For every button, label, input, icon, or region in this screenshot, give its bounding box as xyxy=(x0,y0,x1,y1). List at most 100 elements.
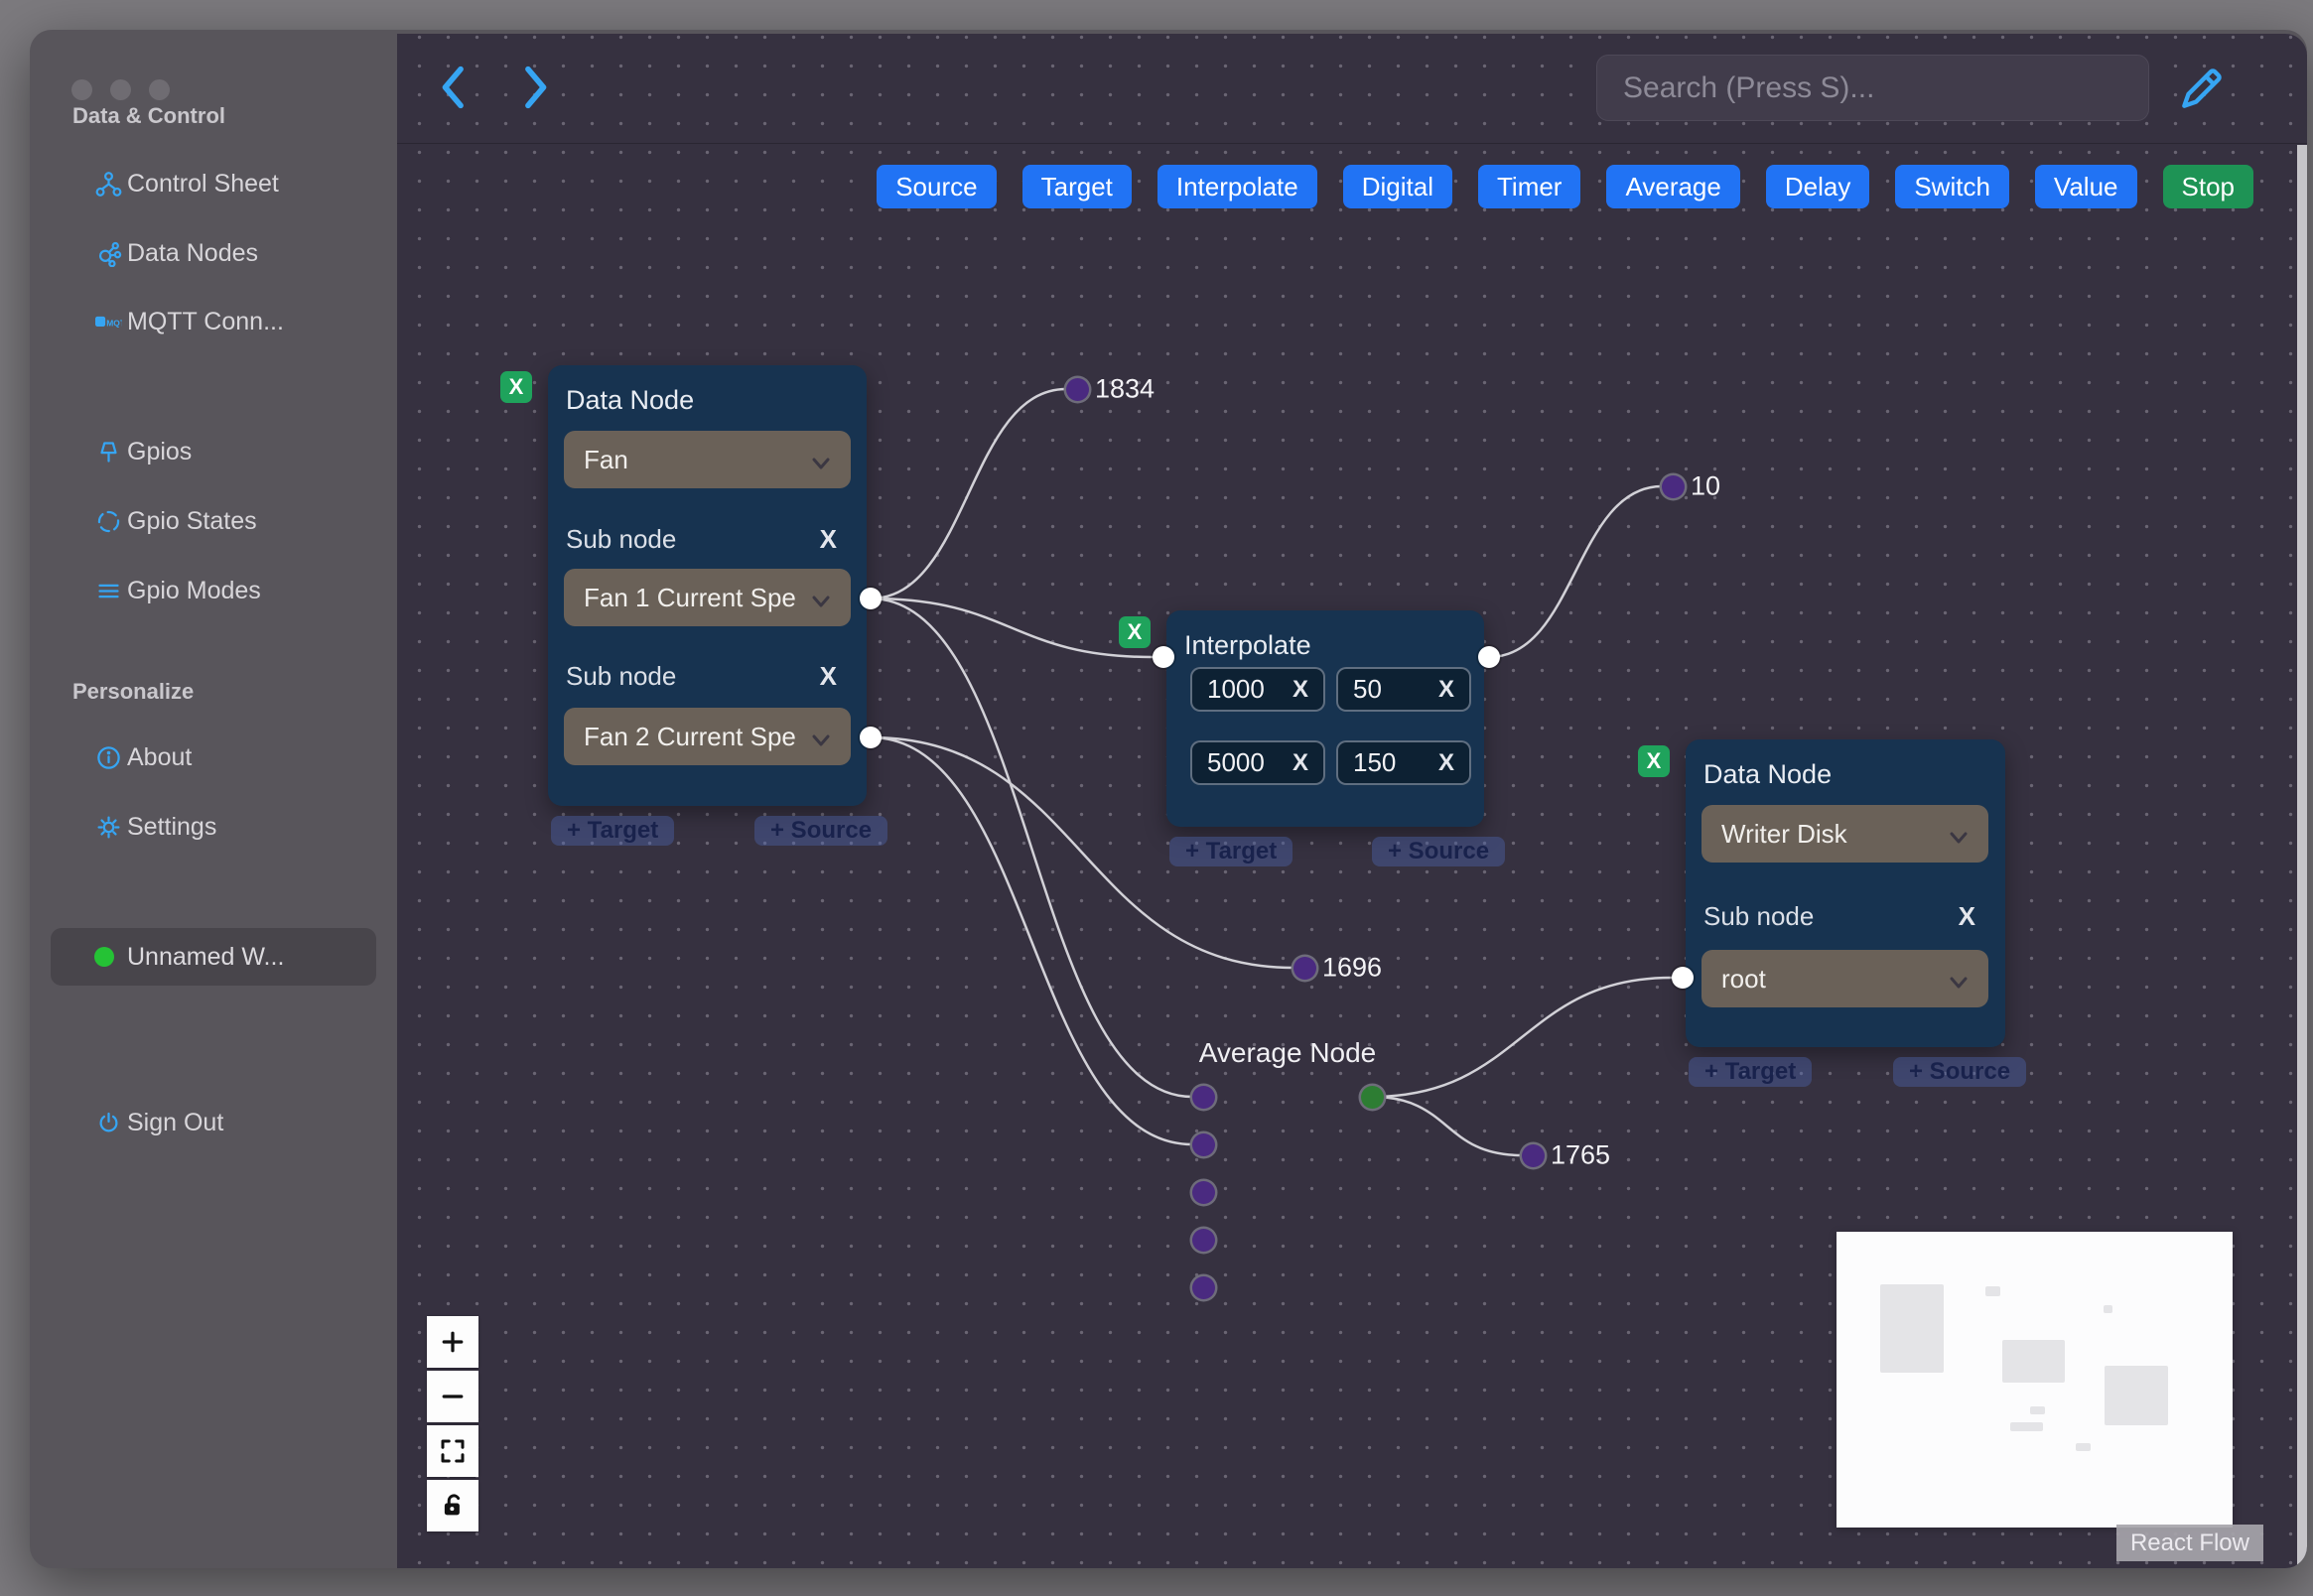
value-node-port[interactable] xyxy=(1293,956,1316,980)
sidebar-item-mqtt-conn[interactable]: MQTT MQTT Conn... xyxy=(30,305,399,338)
chevron-down-icon xyxy=(809,452,835,469)
node-select-value: Fan 2 Current Spe xyxy=(584,721,796,751)
connection-handle[interactable] xyxy=(860,727,882,748)
clear-value-button[interactable]: X xyxy=(1293,749,1308,777)
average-input-port[interactable] xyxy=(1191,1228,1215,1252)
chevron-down-icon xyxy=(809,590,835,607)
interpolate-value: 50 xyxy=(1353,674,1382,704)
pin-icon xyxy=(100,441,117,463)
menu-lines-icon xyxy=(98,584,119,598)
sidebar-item-settings[interactable]: Settings xyxy=(30,810,399,844)
node-select[interactable]: Fan xyxy=(564,431,851,488)
clear-value-button[interactable]: X xyxy=(1438,676,1454,704)
remove-sub-node-button[interactable]: X xyxy=(1959,901,1975,932)
node-select[interactable]: root xyxy=(1701,950,1988,1007)
palette-button-target[interactable]: Target xyxy=(1021,165,1132,208)
node-select[interactable]: Fan 2 Current Spe xyxy=(564,708,851,765)
sidebar-item-about[interactable]: About xyxy=(30,740,399,774)
sidebar-item-gpios[interactable]: Gpios xyxy=(30,435,399,468)
header-divider xyxy=(397,143,2307,144)
palette-button-switch[interactable]: Switch xyxy=(1895,165,2009,208)
clear-value-button[interactable]: X xyxy=(1293,676,1308,704)
close-window-dot[interactable] xyxy=(71,79,92,100)
sidebar-item-label: Gpios xyxy=(127,437,193,466)
add-target-badge[interactable]: + Target xyxy=(551,816,675,846)
value-node-port[interactable] xyxy=(1065,377,1089,401)
search-input[interactable] xyxy=(1596,55,2149,121)
lock-control-button[interactable] xyxy=(427,1480,478,1531)
average-input-port[interactable] xyxy=(1191,1275,1215,1299)
zoom-window-dot[interactable] xyxy=(149,79,170,100)
average-output-port[interactable] xyxy=(1360,1085,1384,1109)
palette-button-average[interactable]: Average xyxy=(1606,165,1740,208)
remove-sub-node-button[interactable]: X xyxy=(820,661,837,692)
sidebar-item-label: Gpio States xyxy=(127,506,257,535)
delete-node-button[interactable]: X xyxy=(1119,616,1151,648)
sidebar-item-label: Control Sheet xyxy=(127,169,279,198)
svg-text:MQTT: MQTT xyxy=(106,318,122,328)
connection-handle[interactable] xyxy=(860,588,882,609)
flow-node-fan[interactable]: Data Node Fan Sub node X Fan 1 Current Spe Su… xyxy=(500,365,882,806)
minimap-node xyxy=(2076,1443,2091,1451)
sidebar-item-control-sheet[interactable]: Control Sheet xyxy=(30,167,399,200)
fit-view-control-button[interactable] xyxy=(427,1425,478,1477)
sidebar-item-gpio-modes[interactable]: Gpio Modes xyxy=(30,574,399,607)
delete-node-button[interactable]: X xyxy=(1638,745,1670,777)
interpolate-value: 1000 xyxy=(1207,674,1265,704)
interpolate-value: 5000 xyxy=(1207,747,1265,777)
node-select[interactable]: Writer Disk xyxy=(1701,805,1988,863)
flow-node-writer[interactable]: Data Node Writer Disk Sub node Xroot X xyxy=(1638,739,2005,1047)
palette-button-stop[interactable]: Stop xyxy=(2162,165,2253,208)
node-title: Data Node xyxy=(566,385,695,415)
value-node-port[interactable] xyxy=(1661,474,1685,498)
palette-button-interpolate[interactable]: Interpolate xyxy=(1156,165,1317,208)
minimap-node xyxy=(1880,1284,1944,1373)
edit-button[interactable] xyxy=(2176,64,2226,113)
plus-control-button[interactable] xyxy=(427,1316,478,1368)
palette-button-value[interactable]: Value xyxy=(2034,165,2137,208)
connection-handle[interactable] xyxy=(1672,967,1694,989)
select-chevron-icon xyxy=(812,596,830,607)
delete-node-button[interactable]: X xyxy=(500,371,532,403)
clear-value-button[interactable]: X xyxy=(1438,749,1454,777)
minus-icon xyxy=(442,1395,464,1398)
sidebar-item-workspace[interactable]: Unnamed W... xyxy=(51,928,376,986)
connection-handle[interactable] xyxy=(1153,646,1174,668)
interpolate-value-input[interactable]: 5000 X xyxy=(1190,740,1325,785)
minus-control-button[interactable] xyxy=(427,1371,478,1422)
sidebar-item-data-nodes[interactable]: Data Nodes xyxy=(30,236,399,270)
add-target-badge[interactable]: + Target xyxy=(1169,837,1293,866)
interpolate-value-input[interactable]: 1000 X xyxy=(1190,667,1325,712)
palette-button-digital[interactable]: Digital xyxy=(1342,165,1452,208)
flow-canvas[interactable]: Source Target Interpolate Digital Timer Avera… xyxy=(397,34,2307,1568)
vertical-scrollbar[interactable] xyxy=(2297,145,2307,1568)
average-input-port[interactable] xyxy=(1191,1180,1215,1204)
add-target-badge[interactable]: + Target xyxy=(1689,1057,1813,1087)
add-source-badge[interactable]: + Source xyxy=(754,816,888,846)
add-source-badge[interactable]: + Source xyxy=(1372,837,1506,866)
sidebar-item-sign-out[interactable]: Sign Out xyxy=(30,1106,399,1139)
node-select-value: root xyxy=(1721,963,1766,994)
average-input-port[interactable] xyxy=(1191,1085,1215,1109)
chevron-down-icon xyxy=(1947,971,1973,989)
palette-button-source[interactable]: Source xyxy=(877,165,997,208)
palette-button-timer[interactable]: Timer xyxy=(1478,165,1581,208)
average-input-port[interactable] xyxy=(1191,1132,1215,1156)
back-button[interactable] xyxy=(437,64,471,111)
workspace-label: Unnamed W... xyxy=(127,942,285,971)
flow-node-interpolate[interactable]: Interpolate 1000 X 50 X 5000 X 150 X X xyxy=(1119,610,1500,827)
interpolate-value-input[interactable]: 150 X xyxy=(1336,740,1471,785)
sidebar-item-gpio-states[interactable]: Gpio States xyxy=(30,504,399,538)
add-source-badge[interactable]: + Source xyxy=(1893,1057,2027,1087)
sidebar-item-label: About xyxy=(127,742,193,771)
connection-handle[interactable] xyxy=(1478,646,1500,668)
forward-button[interactable] xyxy=(518,64,552,111)
window-traffic-lights[interactable] xyxy=(71,79,170,100)
minimap[interactable] xyxy=(1837,1232,2233,1528)
minimize-window-dot[interactable] xyxy=(110,79,131,100)
interpolate-value-input[interactable]: 50 X xyxy=(1336,667,1471,712)
palette-button-delay[interactable]: Delay xyxy=(1765,165,1870,208)
remove-sub-node-button[interactable]: X xyxy=(820,524,837,555)
value-node-port[interactable] xyxy=(1521,1143,1545,1167)
node-select[interactable]: Fan 1 Current Spe xyxy=(564,569,851,626)
